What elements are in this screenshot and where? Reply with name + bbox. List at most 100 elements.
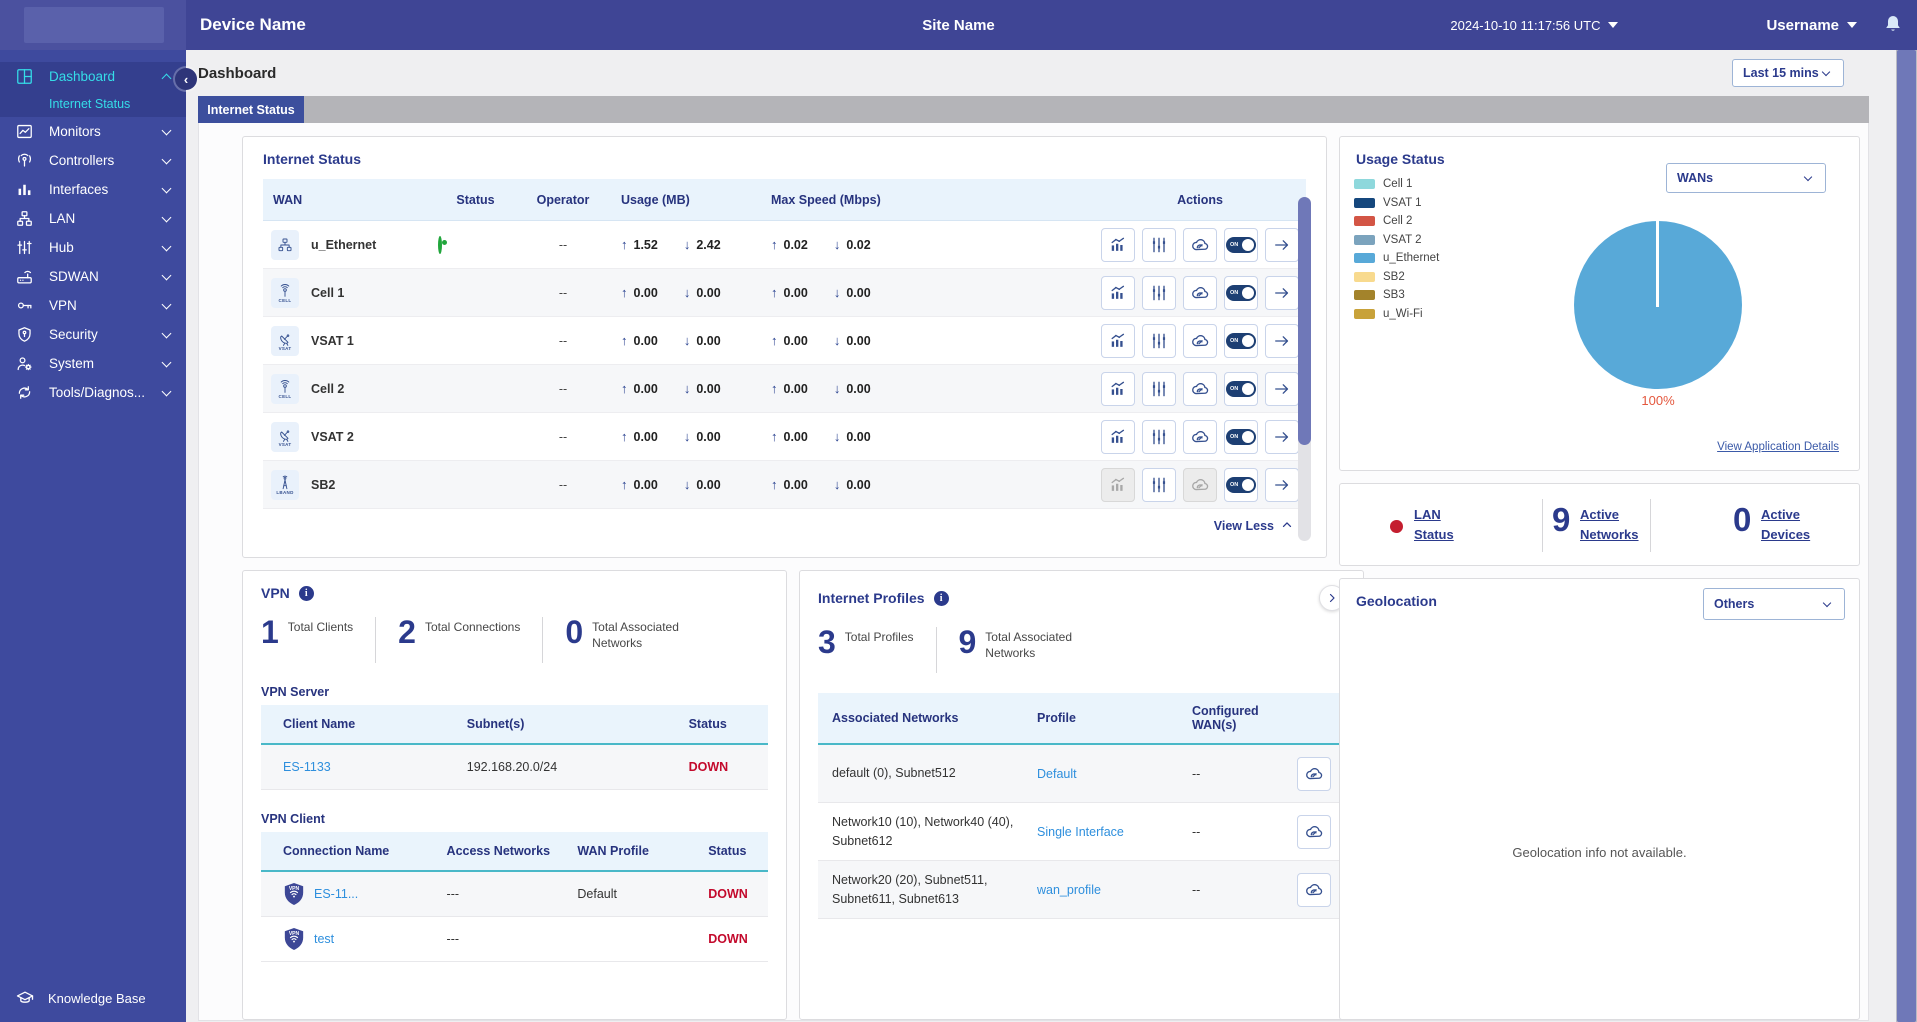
page-scrollbar[interactable] <box>1896 50 1917 1022</box>
geolocation-select[interactable]: Others <box>1703 588 1845 620</box>
sidebar-item-tools[interactable]: Tools/Diagnos... <box>0 378 186 407</box>
vpn-subnets: 192.168.20.0/24 <box>466 760 558 774</box>
active-networks-link[interactable]: Active Networks <box>1580 505 1660 544</box>
vpn-info-icon[interactable]: i <box>298 585 314 601</box>
download-arrow-icon: ↓ <box>833 429 841 444</box>
usage-wans-select[interactable]: WANs <box>1666 163 1826 193</box>
wan-details-button[interactable] <box>1265 275 1299 310</box>
sidebar-item-system[interactable]: System <box>0 349 186 378</box>
vpn-client-row: VPN test --- DOWN <box>261 917 768 962</box>
lan-status-link[interactable]: LAN Status <box>1414 505 1484 544</box>
column-header-access-networks: Access Networks <box>446 844 551 858</box>
profile-link[interactable]: Single Interface <box>1037 825 1124 839</box>
view-application-details-link[interactable]: View Application Details <box>1717 441 1839 453</box>
speed-test-button[interactable] <box>1183 275 1217 310</box>
wan-enable-toggle[interactable]: ON <box>1224 371 1258 406</box>
wan-details-button[interactable] <box>1265 371 1299 406</box>
table-scrollbar[interactable] <box>1298 197 1311 541</box>
wan-details-button[interactable] <box>1265 227 1299 262</box>
tab-internet-status[interactable]: Internet Status <box>198 96 304 123</box>
column-header-associated-networks: Associated Networks <box>832 711 959 725</box>
usage-chart-button[interactable] <box>1101 467 1135 502</box>
wan-enable-toggle[interactable]: ON <box>1224 275 1258 310</box>
profile-link[interactable]: Default <box>1037 767 1077 781</box>
configure-button[interactable] <box>1142 419 1176 454</box>
profile-speed-test-button[interactable] <box>1297 756 1331 791</box>
notifications-bell-icon[interactable] <box>1881 13 1905 37</box>
sidebar-item-lan[interactable]: LAN <box>0 204 186 233</box>
internet-profiles-info-icon[interactable]: i <box>933 590 949 606</box>
usage-chart-button[interactable] <box>1101 275 1135 310</box>
speed-test-button[interactable] <box>1183 227 1217 262</box>
wan-name: SB2 <box>311 477 336 492</box>
configure-button[interactable] <box>1142 323 1176 358</box>
column-header-wan-profile: WAN Profile <box>577 844 649 858</box>
configured-wans: -- <box>1192 882 1201 897</box>
operator-value: -- <box>558 429 568 444</box>
column-header-status: Status <box>688 717 727 731</box>
wan-enable-toggle[interactable]: ON <box>1224 323 1258 358</box>
wan-details-button[interactable] <box>1265 323 1299 358</box>
configure-button[interactable] <box>1142 371 1176 406</box>
wan-details-button[interactable] <box>1265 467 1299 502</box>
timestamp-dropdown[interactable]: 2024-10-10 11:17:56 UTC <box>1450 18 1619 33</box>
usage-chart-button[interactable] <box>1101 371 1135 406</box>
column-header-subnet-s-: Subnet(s) <box>466 717 525 731</box>
vpn-connection-name-link[interactable]: test <box>314 932 334 946</box>
profile-link[interactable]: wan_profile <box>1037 883 1101 897</box>
speed-test-button[interactable] <box>1183 323 1217 358</box>
app-root: Device Name Site Name 2024-10-10 11:17:5… <box>0 0 1917 1022</box>
wan-enable-toggle[interactable]: ON <box>1224 419 1258 454</box>
sidebar-collapse-button[interactable]: ‹ <box>175 68 197 90</box>
view-less-button[interactable]: View Less <box>263 509 1306 543</box>
username-text: Username <box>1766 16 1839 34</box>
vpn-client-title: VPN Client <box>261 812 325 826</box>
usage-chart-button[interactable] <box>1101 323 1135 358</box>
configure-button[interactable] <box>1142 227 1176 262</box>
configure-button[interactable] <box>1142 467 1176 502</box>
vpn-stats: 1 Total Clients 2 Total Connections 0 Total A… <box>261 616 768 663</box>
page-scrollbar-thumb[interactable] <box>1897 50 1916 1022</box>
sidebar-item-hub[interactable]: Hub <box>0 233 186 262</box>
divider <box>542 617 544 663</box>
user-menu[interactable]: Username <box>1766 17 1857 34</box>
chevron-down-icon <box>161 357 172 367</box>
sidebar-item-sdwan[interactable]: SDWAN <box>0 262 186 291</box>
vpn-client-name-link[interactable]: ES-1133 <box>283 760 331 774</box>
sidebar-item-vpn[interactable]: VPN <box>0 291 186 320</box>
speed-test-button[interactable] <box>1183 371 1217 406</box>
profile-speed-test-button[interactable] <box>1297 872 1331 907</box>
sidebar-item-security[interactable]: Security <box>0 320 186 349</box>
sidebar-item-dashboard[interactable]: Dashboard <box>0 62 186 91</box>
speed-test-button[interactable] <box>1183 467 1217 502</box>
sidebar-item-knowledge-base[interactable]: Knowledge Base <box>0 988 186 1008</box>
column-header-actions: Actions <box>1177 192 1223 207</box>
wan-enable-toggle[interactable]: ON <box>1224 467 1258 502</box>
usage-chart-button[interactable] <box>1101 419 1135 454</box>
vpn-server-body: ES-1133 192.168.20.0/24 DOWN <box>261 745 768 790</box>
configure-button[interactable] <box>1142 275 1176 310</box>
wan-row-u-ethernet: u_Ethernet -- ↑ 1.52 ↓ 2.42 ↑ 0.02 ↓ 0.02 ON <box>263 221 1306 269</box>
vpn-status: DOWN <box>708 887 748 901</box>
configured-wans: -- <box>1192 824 1201 839</box>
hub-icon <box>15 238 34 257</box>
sidebar-item-monitors[interactable]: Monitors <box>0 117 186 146</box>
sidebar-item-controllers[interactable]: Controllers <box>0 146 186 175</box>
vpn-stat-total-connections: 2 Total Connections <box>398 616 520 648</box>
profile-speed-test-button[interactable] <box>1297 814 1331 849</box>
top-header: Device Name Site Name 2024-10-10 11:17:5… <box>0 0 1917 50</box>
max-speed-value: ↑ 0.00 ↓ 0.00 <box>771 477 871 492</box>
sidebar-subitem-internet-status[interactable]: Internet Status <box>0 91 186 117</box>
wan-enable-toggle[interactable]: ON <box>1224 227 1258 262</box>
time-range-select[interactable]: Last 15 mins <box>1732 59 1844 87</box>
sidebar-item-interfaces[interactable]: Interfaces <box>0 175 186 204</box>
active-devices-link[interactable]: Active Devices <box>1761 505 1831 544</box>
table-scrollbar-thumb[interactable] <box>1298 197 1311 445</box>
vpn-connection-name-link[interactable]: ES-11... <box>314 887 358 901</box>
usage-chart-button[interactable] <box>1101 227 1135 262</box>
usage-pie-chart[interactable] <box>1574 221 1742 389</box>
internet-status-table-body: u_Ethernet -- ↑ 1.52 ↓ 2.42 ↑ 0.02 ↓ 0.02 ON CELL Ce… <box>263 221 1306 509</box>
wan-details-button[interactable] <box>1265 419 1299 454</box>
speed-test-button[interactable] <box>1183 419 1217 454</box>
interfaces-icon <box>15 180 34 199</box>
